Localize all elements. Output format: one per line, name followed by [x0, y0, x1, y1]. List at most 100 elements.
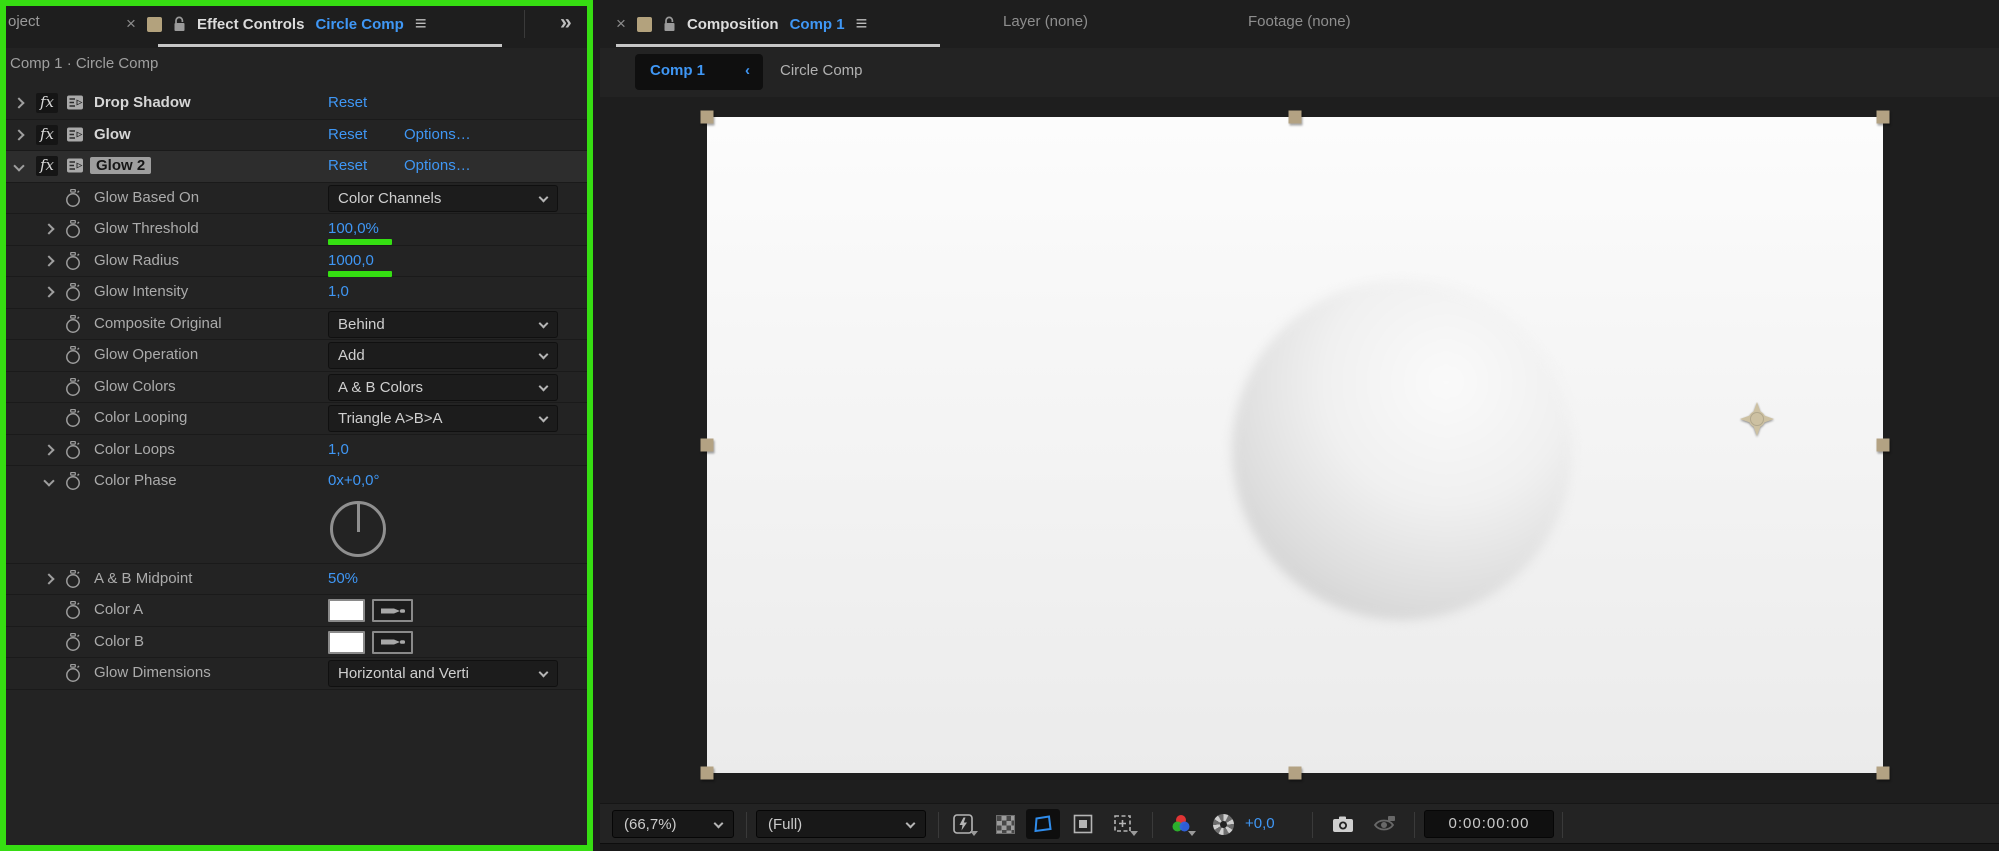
composition-canvas[interactable]	[707, 117, 1883, 773]
timecode-field[interactable]: 0:00:00:00	[1424, 810, 1554, 838]
expand-chevron-icon[interactable]	[13, 128, 25, 141]
channels-icon[interactable]	[1164, 809, 1198, 839]
stopwatch-icon[interactable]	[64, 632, 82, 656]
property-name: Color Looping	[94, 409, 188, 426]
selection-handle[interactable]	[1876, 110, 1890, 124]
expand-chevron-icon[interactable]	[43, 572, 55, 585]
viewer-back-chevron-icon[interactable]: ‹	[745, 62, 750, 79]
property-value[interactable]: 1,0	[328, 441, 349, 458]
property-dropdown[interactable]: Horizontal and Verti	[328, 660, 558, 687]
panel-menu-icon[interactable]: ≡	[415, 14, 427, 34]
expand-chevron-icon[interactable]	[43, 223, 55, 235]
color-swatch[interactable]	[328, 599, 365, 622]
panel-target[interactable]: Comp 1	[790, 16, 845, 33]
stopwatch-icon[interactable]	[64, 219, 82, 243]
project-tab-partial[interactable]: oject	[8, 13, 40, 30]
selection-handle[interactable]	[700, 110, 714, 124]
eyedropper-icon[interactable]	[372, 630, 413, 654]
tab-footage[interactable]: Footage (none)	[1248, 13, 1351, 30]
grid-guides-icon[interactable]	[1106, 809, 1140, 839]
panel-lock-icon[interactable]	[663, 16, 676, 32]
stopwatch-icon[interactable]	[64, 600, 82, 624]
anchor-point-icon[interactable]	[1737, 399, 1777, 439]
mask-visibility-icon[interactable]	[1026, 809, 1060, 839]
stopwatch-icon[interactable]	[64, 251, 82, 275]
tab-composition[interactable]: × Composition Comp 1 ≡	[616, 0, 867, 48]
stopwatch-icon[interactable]	[64, 345, 82, 369]
property-dropdown[interactable]: Add	[328, 342, 558, 369]
property-value[interactable]: 1,0	[328, 283, 349, 300]
fx-icon[interactable]: fx	[36, 93, 59, 113]
property-dropdown[interactable]: Color Channels	[328, 184, 558, 212]
exposure-value[interactable]: +0,0	[1245, 815, 1275, 832]
stopwatch-icon[interactable]	[64, 377, 82, 401]
selection-handle[interactable]	[1876, 766, 1890, 780]
expand-chevron-icon[interactable]	[43, 254, 55, 267]
property-value[interactable]: 1000,0	[328, 252, 374, 269]
expand-chevron-icon[interactable]	[13, 97, 25, 109]
stopwatch-icon[interactable]	[64, 569, 82, 593]
fx-icon[interactable]: fx	[36, 156, 59, 176]
property-value[interactable]: 0x+0,0°	[328, 472, 379, 489]
dropdown-value: A & B Colors	[338, 378, 424, 396]
selection-handle[interactable]	[1288, 766, 1302, 780]
region-of-interest-icon[interactable]	[1066, 809, 1100, 839]
panel-lock-icon[interactable]	[173, 16, 186, 32]
close-icon[interactable]: ×	[126, 14, 136, 34]
expand-chevron-icon[interactable]	[13, 160, 25, 172]
property-value[interactable]: 100,0%	[328, 220, 379, 237]
selection-handle[interactable]	[700, 438, 714, 452]
panel-target[interactable]: Circle Comp	[315, 16, 403, 33]
exposure-reset-icon[interactable]	[1206, 809, 1240, 839]
property-row: Composite Original Behind	[0, 309, 593, 340]
transparency-grid-icon[interactable]	[988, 809, 1022, 839]
selection-handle[interactable]	[700, 766, 714, 780]
chevron-down-icon	[905, 818, 916, 829]
tab-effect-controls[interactable]: × Effect Controls Circle Comp ≡	[126, 0, 426, 48]
options-link[interactable]: Options…	[404, 126, 471, 143]
viewer-tab-row: Comp 1 ‹ Circle Comp	[600, 48, 1999, 97]
reset-link[interactable]: Reset	[328, 157, 367, 174]
circle-layer[interactable]	[1232, 280, 1572, 620]
snapshot-icon[interactable]	[1326, 809, 1360, 839]
expand-chevron-icon[interactable]	[43, 475, 55, 487]
close-icon[interactable]: ×	[616, 14, 626, 34]
panel-menu-icon[interactable]: ≡	[856, 14, 868, 34]
expand-chevron-icon[interactable]	[43, 286, 55, 298]
property-dropdown[interactable]: Behind	[328, 310, 558, 338]
property-name: A & B Midpoint	[94, 569, 193, 587]
chevron-down-icon	[713, 818, 724, 829]
stopwatch-icon[interactable]	[64, 440, 82, 464]
stopwatch-icon[interactable]	[64, 188, 82, 212]
tab-layer[interactable]: Layer (none)	[1003, 13, 1088, 30]
color-swatch[interactable]	[328, 630, 365, 654]
viewer-breadcrumb: Circle Comp	[780, 62, 863, 79]
stopwatch-icon[interactable]	[64, 663, 82, 687]
reset-link[interactable]: Reset	[328, 126, 367, 143]
selection-handle[interactable]	[1288, 110, 1302, 124]
resolution-select[interactable]: (Full)	[756, 810, 926, 838]
fast-preview-icon[interactable]	[946, 809, 980, 839]
property-row: Color B	[0, 627, 593, 658]
property-name: Color Phase	[94, 472, 177, 489]
property-dropdown[interactable]: Triangle A>B>A	[328, 405, 558, 432]
stopwatch-icon[interactable]	[64, 408, 82, 432]
stopwatch-icon[interactable]	[64, 314, 82, 338]
options-link[interactable]: Options…	[404, 157, 471, 174]
property-name: Glow Colors	[94, 377, 176, 395]
reset-link[interactable]: Reset	[328, 94, 367, 111]
viewer-tab-comp1[interactable]: Comp 1 ‹	[635, 54, 763, 90]
fx-icon[interactable]: fx	[36, 124, 59, 145]
stopwatch-icon[interactable]	[64, 282, 82, 306]
selection-handle[interactable]	[1876, 438, 1890, 452]
expand-chevron-icon[interactable]	[43, 443, 55, 456]
eyedropper-icon[interactable]	[372, 599, 413, 622]
show-snapshot-icon[interactable]	[1368, 809, 1402, 839]
property-name: Color A	[94, 601, 144, 618]
zoom-select[interactable]: (66,7%)	[612, 810, 734, 838]
stopwatch-icon[interactable]	[64, 471, 82, 495]
property-dropdown[interactable]: A & B Colors	[328, 373, 558, 401]
property-name: Color B	[94, 632, 145, 650]
property-value[interactable]: 50%	[328, 570, 358, 587]
panel-expander-icon[interactable]: »	[560, 11, 572, 35]
